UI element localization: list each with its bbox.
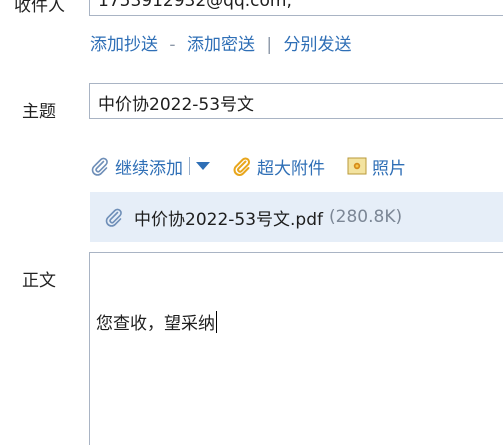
photo-icon	[347, 157, 367, 175]
large-attachment-label: 超大附件	[257, 158, 325, 179]
attachment-paperclip-icon	[105, 208, 122, 227]
add-cc-link[interactable]: 添加抄送	[90, 35, 158, 55]
link-separator-pipe: |	[266, 35, 273, 55]
continue-add-label: 继续添加	[115, 158, 183, 179]
subject-value: 中价协2022-53号文	[98, 95, 255, 115]
body-text: 您查收，望采纳	[96, 314, 215, 334]
photo-button[interactable]: 照片	[347, 154, 406, 179]
toolbar-divider	[189, 157, 190, 175]
recipient-value: 1753912932@qq.com;	[98, 0, 293, 11]
paperclip-icon	[91, 157, 108, 176]
chevron-down-icon[interactable]	[196, 162, 210, 170]
compose-page: 收件人 1753912932@qq.com; 添加抄送 - 添加密送 | 分别发…	[0, 0, 503, 445]
large-attachment-button[interactable]: 超大附件	[232, 154, 325, 179]
continue-add-button[interactable]: 继续添加	[90, 154, 183, 179]
recipient-options: 添加抄送 - 添加密送 | 分别发送	[90, 30, 352, 55]
body-editor[interactable]: 您查收，望采纳	[89, 252, 503, 445]
subject-label: 主题	[22, 102, 56, 122]
photo-label: 照片	[372, 158, 406, 179]
subject-input[interactable]: 中价协2022-53号文	[89, 83, 503, 119]
link-separator-dash: -	[169, 35, 176, 55]
attachment-item[interactable]: 中价协2022-53号文.pdf (280.8K)	[90, 192, 503, 242]
recipient-label: 收件人	[14, 0, 65, 16]
attachment-filename[interactable]: 中价协2022-53号文.pdf	[134, 205, 323, 230]
attachment-toolbar: 继续添加 超大附件 照片	[90, 151, 406, 181]
send-separately-link[interactable]: 分别发送	[284, 35, 352, 55]
text-cursor	[216, 311, 217, 333]
recipient-input[interactable]: 1753912932@qq.com;	[89, 0, 503, 16]
body-label: 正文	[22, 271, 56, 291]
attachment-size: (280.8K)	[329, 207, 403, 227]
large-attachment-paperclip-icon	[233, 157, 251, 176]
body-text-line: 您查收，望采纳	[96, 309, 217, 334]
add-bcc-link[interactable]: 添加密送	[187, 35, 255, 55]
